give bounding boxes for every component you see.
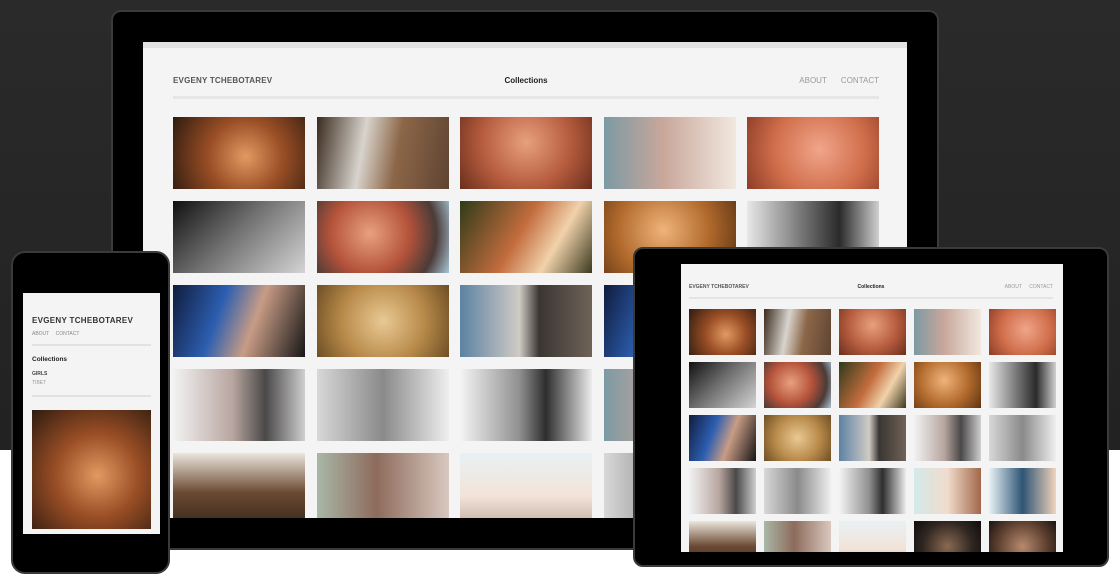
photo-thumbnail[interactable] — [914, 521, 981, 552]
nav-contact-link[interactable]: CONTACT — [56, 331, 80, 337]
photo-thumbnail[interactable] — [989, 362, 1056, 408]
photo-thumbnail[interactable] — [689, 309, 756, 355]
header-divider — [689, 297, 1053, 299]
header-divider — [173, 96, 879, 99]
photo-thumbnail[interactable] — [689, 521, 756, 552]
nav-about-link[interactable]: ABOUT — [32, 331, 49, 337]
phone-device: EVGENY TCHEBOTAREV ABOUT CONTACT Collect… — [11, 251, 170, 574]
desktop-header: EVGENY TCHEBOTAREV Collections ABOUT CON… — [173, 76, 879, 98]
desktop-top-bar — [143, 42, 907, 48]
photo-thumbnail[interactable] — [173, 285, 305, 357]
tablet-header: EVGENY TCHEBOTAREV Collections ABOUT CON… — [689, 284, 1053, 294]
top-nav: ABOUT CONTACT — [787, 76, 879, 85]
photo-thumbnail[interactable] — [839, 468, 906, 514]
photo-thumbnail[interactable] — [839, 362, 906, 408]
page-title: Collections — [504, 76, 548, 85]
photo-thumbnail[interactable] — [839, 415, 906, 461]
tablet-screen: EVGENY TCHEBOTAREV Collections ABOUT CON… — [681, 264, 1063, 552]
photo-thumbnail[interactable] — [316, 453, 449, 518]
photo-thumbnail[interactable] — [914, 309, 981, 355]
photo-thumbnail[interactable] — [460, 117, 592, 189]
category-girls-link[interactable]: GIRLS — [32, 371, 47, 377]
photo-thumbnail[interactable] — [173, 201, 305, 273]
photo-thumbnail[interactable] — [689, 362, 756, 408]
photo-thumbnail[interactable] — [460, 285, 592, 357]
photo-thumbnail[interactable] — [460, 201, 592, 273]
phone-screen: EVGENY TCHEBOTAREV ABOUT CONTACT Collect… — [23, 293, 160, 534]
nav-about-link[interactable]: ABOUT — [799, 76, 826, 85]
photo-thumbnail[interactable] — [989, 309, 1056, 355]
photo-thumbnail[interactable] — [764, 468, 831, 514]
photo-thumbnail[interactable] — [989, 521, 1056, 552]
header-divider — [32, 344, 151, 346]
photo-thumbnail[interactable] — [173, 453, 305, 518]
photo-thumbnail[interactable] — [689, 415, 756, 461]
photo-thumbnail[interactable] — [316, 285, 449, 357]
photo-thumbnail[interactable] — [173, 117, 305, 189]
photo-thumbnail[interactable] — [316, 117, 449, 189]
photo-thumbnail[interactable] — [316, 369, 449, 441]
photo-thumbnail[interactable] — [764, 521, 831, 552]
site-brand[interactable]: EVGENY TCHEBOTAREV — [32, 316, 133, 325]
photo-thumbnail[interactable] — [689, 468, 756, 514]
photo-thumbnail[interactable] — [764, 362, 831, 408]
photo-thumbnail[interactable] — [764, 309, 831, 355]
photo-thumbnail[interactable] — [989, 468, 1056, 514]
category-tibet-link[interactable]: TIBET — [32, 380, 46, 386]
nav-contact-link[interactable]: CONTACT — [1029, 284, 1053, 290]
photo-thumbnail[interactable] — [316, 201, 449, 273]
photo-thumbnail[interactable] — [173, 369, 305, 441]
photo-thumbnail[interactable] — [914, 415, 981, 461]
nav-contact-link[interactable]: CONTACT — [841, 76, 879, 85]
featured-photo[interactable] — [32, 410, 151, 529]
photo-thumbnail[interactable] — [603, 117, 736, 189]
photo-thumbnail[interactable] — [460, 369, 592, 441]
page-title: Collections — [32, 356, 68, 363]
photo-thumbnail[interactable] — [914, 362, 981, 408]
photo-thumbnail[interactable] — [989, 415, 1056, 461]
top-nav: ABOUT CONTACT — [32, 331, 84, 337]
tablet-photo-grid — [689, 309, 1063, 552]
photo-thumbnail[interactable] — [747, 117, 879, 189]
photo-thumbnail[interactable] — [764, 415, 831, 461]
tablet-device: EVGENY TCHEBOTAREV Collections ABOUT CON… — [633, 247, 1109, 567]
photo-thumbnail[interactable] — [839, 309, 906, 355]
photo-thumbnail[interactable] — [839, 521, 906, 552]
top-nav: ABOUT CONTACT — [999, 284, 1053, 290]
photo-thumbnail[interactable] — [914, 468, 981, 514]
category-divider — [32, 395, 151, 397]
nav-about-link[interactable]: ABOUT — [1005, 284, 1022, 290]
photo-thumbnail[interactable] — [460, 453, 592, 518]
